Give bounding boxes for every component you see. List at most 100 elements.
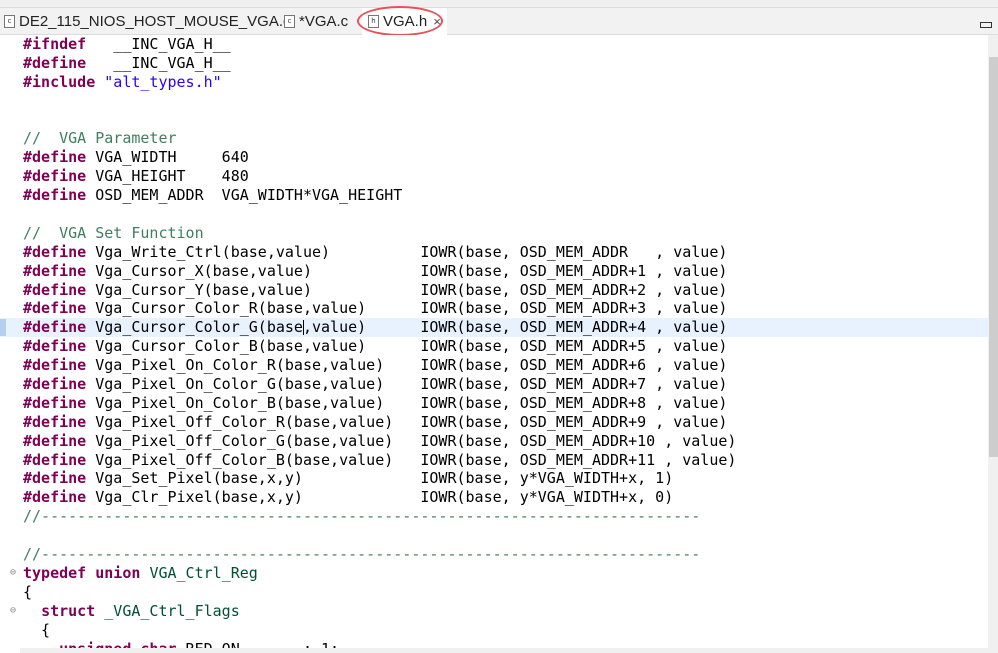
- keyword-token: #define: [23, 318, 87, 337]
- code-line[interactable]: #define Vga_Cursor_Y(base,value) IOWR(ba…: [0, 281, 988, 300]
- code-token: VGA_WIDTH 640: [86, 148, 249, 167]
- type-token: _VGA_Ctrl_Flags: [104, 601, 240, 620]
- tab-vga-h[interactable]: h VGA.h ×: [362, 8, 447, 35]
- code-token: Vga_Pixel_Off_Color_G(base,value) IOWR(b…: [86, 431, 737, 450]
- minimize-icon[interactable]: [980, 22, 992, 28]
- close-icon[interactable]: ×: [433, 14, 441, 29]
- code-line[interactable]: // VGA Parameter: [0, 129, 988, 148]
- code-line[interactable]: [0, 111, 988, 130]
- vertical-scrollbar[interactable]: [988, 35, 998, 653]
- code-line[interactable]: #define Vga_Cursor_X(base,value) IOWR(ba…: [0, 262, 988, 281]
- keyword-token: #include: [23, 72, 96, 91]
- code-line[interactable]: //--------------------------------------…: [0, 545, 988, 564]
- code-line[interactable]: #define Vga_Pixel_Off_Color_R(base,value…: [0, 413, 988, 432]
- keyword-token: #define: [23, 488, 87, 507]
- keyword-token: #ifndef: [23, 35, 87, 53]
- keyword-token: #define: [23, 469, 87, 488]
- code-line[interactable]: ⊖ typedef union VGA_Ctrl_Reg: [0, 564, 988, 583]
- comment-token: // VGA Set Function: [23, 223, 204, 242]
- keyword-token: #define: [23, 167, 87, 186]
- code-token: Vga_Pixel_On_Color_G(base,value) IOWR(ba…: [86, 375, 728, 394]
- code-line[interactable]: #define Vga_Pixel_On_Color_B(base,value)…: [0, 394, 988, 413]
- code-token: Vga_Pixel_On_Color_B(base,value) IOWR(ba…: [86, 393, 728, 412]
- c-file-icon: c: [284, 14, 295, 28]
- scrollbar-thumb[interactable]: [989, 57, 998, 457]
- code-line[interactable]: {: [0, 583, 988, 602]
- code-line[interactable]: #define __INC_VGA_H__: [0, 54, 988, 73]
- code-line[interactable]: #define Vga_Write_Ctrl(base,value) IOWR(…: [0, 243, 988, 262]
- keyword-token: #define: [23, 431, 87, 450]
- current-code-line[interactable]: #define Vga_Cursor_Color_G(base,value) I…: [0, 318, 988, 338]
- code-line[interactable]: [0, 205, 988, 224]
- keyword-token: #define: [23, 299, 87, 318]
- tab-label: DE2_115_NIOS_HOST_MOUSE_VGA.c: [19, 12, 291, 30]
- tab-de2-115-nios-host-mouse-vga-c[interactable]: c DE2_115_NIOS_HOST_MOUSE_VGA.c: [4, 8, 291, 34]
- code-line[interactable]: //--------------------------------------…: [0, 507, 988, 526]
- toolbar: [0, 0, 998, 8]
- fold-collapse-icon[interactable]: ⊖: [10, 602, 16, 621]
- horizontal-scrollbar[interactable]: [20, 648, 988, 653]
- code-line[interactable]: #define VGA_WIDTH 640: [0, 148, 988, 167]
- code-line[interactable]: #define Vga_Clr_Pixel(base,x,y) IOWR(bas…: [0, 488, 988, 507]
- code-line[interactable]: #include "alt_types.h": [0, 73, 988, 92]
- code-area[interactable]: #ifndef __INC_VGA_H__ #define __INC_VGA_H…: [0, 35, 988, 653]
- keyword-token: struct: [41, 601, 96, 620]
- keyword-token: #define: [23, 280, 87, 299]
- code-line[interactable]: #define VGA_HEIGHT 480: [0, 167, 988, 186]
- string-token: "alt_types.h": [104, 72, 222, 91]
- fold-collapse-icon[interactable]: ⊖: [10, 564, 16, 583]
- code-token: OSD_MEM_ADDR VGA_WIDTH*VGA_HEIGHT: [86, 186, 403, 205]
- code-token: __INC_VGA_H__: [86, 35, 231, 53]
- keyword-token: union: [95, 563, 141, 582]
- code-line[interactable]: // VGA Set Function: [0, 224, 988, 243]
- code-token: Vga_Cursor_Color_B(base,value) IOWR(base…: [86, 337, 728, 356]
- type-token: VGA_Ctrl_Reg: [149, 563, 258, 582]
- comment-token: //--------------------------------------…: [23, 507, 701, 526]
- code-line[interactable]: ⊖ struct _VGA_Ctrl_Flags: [0, 602, 988, 621]
- code-token: ,value) IOWR(base, OSD_MEM_ADDR+4 , valu…: [302, 318, 728, 337]
- code-token: Vga_Cursor_X(base,value) IOWR(base, OSD_…: [86, 261, 728, 280]
- code-line[interactable]: #ifndef __INC_VGA_H__: [0, 35, 988, 54]
- tab-label: VGA.h: [383, 13, 428, 30]
- keyword-token: typedef: [23, 563, 87, 582]
- code-line[interactable]: #define OSD_MEM_ADDR VGA_WIDTH*VGA_HEIGH…: [0, 186, 988, 205]
- comment-token: // VGA Parameter: [23, 129, 177, 148]
- code-line[interactable]: #define Vga_Cursor_Color_B(base,value) I…: [0, 337, 988, 356]
- code-line[interactable]: [0, 92, 988, 111]
- code-token: {: [23, 620, 51, 639]
- code-line[interactable]: #define Vga_Set_Pixel(base,x,y) IOWR(bas…: [0, 469, 988, 488]
- c-file-icon: c: [4, 14, 15, 28]
- keyword-token: #define: [23, 450, 87, 469]
- tab-vga-c[interactable]: c *VGA.c: [284, 8, 348, 34]
- code-token: Vga_Set_Pixel(base,x,y) IOWR(base, y*VGA…: [86, 469, 674, 488]
- h-file-icon: h: [368, 15, 379, 28]
- code-token: VGA_HEIGHT 480: [86, 167, 249, 186]
- code-line[interactable]: #define Vga_Cursor_Color_R(base,value) I…: [0, 299, 988, 318]
- code-editor[interactable]: #ifndef __INC_VGA_H__ #define __INC_VGA_H…: [0, 35, 988, 653]
- code-line[interactable]: #define Vga_Pixel_On_Color_G(base,value)…: [0, 375, 988, 394]
- keyword-token: #define: [23, 261, 87, 280]
- keyword-token: #define: [23, 375, 87, 394]
- code-line[interactable]: [0, 526, 988, 545]
- keyword-token: #define: [23, 242, 87, 261]
- keyword-token: #define: [23, 186, 87, 205]
- tab-label: *VGA.c: [299, 12, 349, 30]
- code-token: Vga_Pixel_Off_Color_B(base,value) IOWR(b…: [86, 450, 737, 469]
- code-line[interactable]: {: [0, 621, 988, 640]
- keyword-token: #define: [23, 53, 87, 72]
- code-token: Vga_Pixel_On_Color_R(base,value) IOWR(ba…: [86, 356, 728, 375]
- keyword-token: #define: [23, 412, 87, 431]
- keyword-token: #define: [23, 393, 87, 412]
- keyword-token: #define: [23, 337, 87, 356]
- code-token: Vga_Pixel_Off_Color_R(base,value) IOWR(b…: [86, 412, 728, 431]
- code-line[interactable]: #define Vga_Pixel_Off_Color_G(base,value…: [0, 432, 988, 451]
- code-token: {: [23, 582, 33, 601]
- code-line[interactable]: #define Vga_Pixel_On_Color_R(base,value)…: [0, 356, 988, 375]
- code-token: Vga_Clr_Pixel(base,x,y) IOWR(base, y*VGA…: [86, 488, 674, 507]
- code-token: Vga_Write_Ctrl(base,value) IOWR(base, OS…: [86, 242, 728, 261]
- code-line[interactable]: #define Vga_Pixel_Off_Color_B(base,value…: [0, 451, 988, 470]
- comment-token: //--------------------------------------…: [23, 545, 701, 564]
- editor-tab-bar: c DE2_115_NIOS_HOST_MOUSE_VGA.c c *VGA.c…: [0, 8, 998, 35]
- code-token: Vga_Cursor_Color_G(base: [86, 318, 303, 337]
